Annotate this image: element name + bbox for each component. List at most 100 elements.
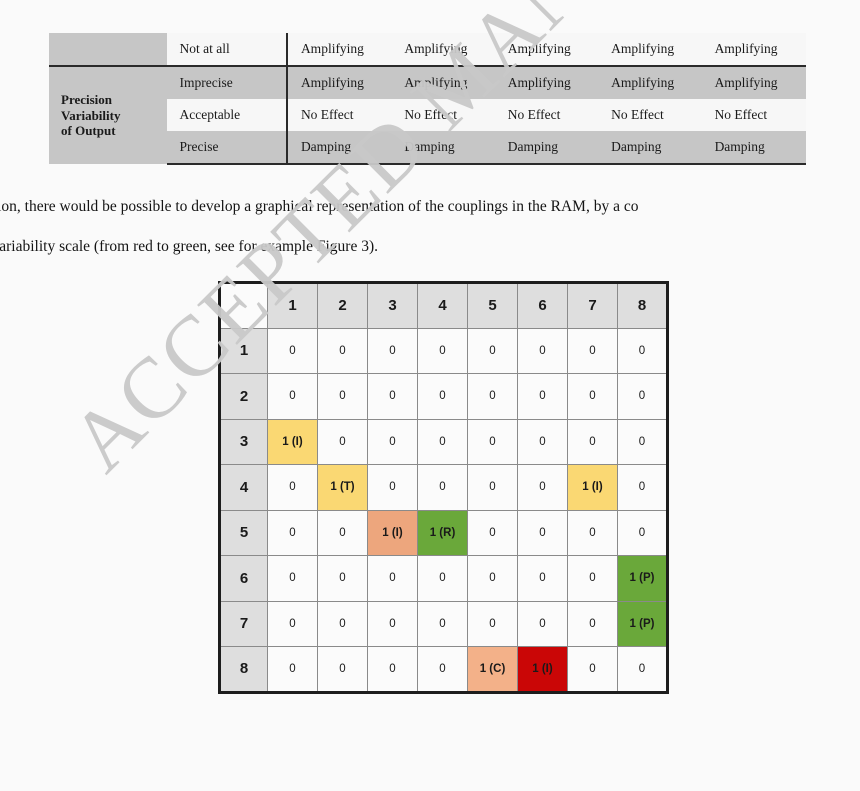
ram-matrix-cell: 0 bbox=[267, 373, 318, 420]
ram-matrix-cell: 0 bbox=[567, 418, 618, 465]
ram-matrix-header-row: 12345678 bbox=[219, 282, 668, 329]
ram-matrix-row-header: 8 bbox=[219, 646, 268, 693]
effect-table-row-group-label: Precision Variability of Output bbox=[49, 65, 168, 164]
ram-matrix-cell: 0 bbox=[417, 646, 468, 693]
ram-matrix-cell: 0 bbox=[617, 373, 668, 420]
ram-matrix-column-header: 4 bbox=[417, 282, 468, 329]
ram-matrix-cell: 0 bbox=[417, 327, 468, 374]
ram-matrix-cell: 0 bbox=[467, 464, 518, 511]
ram-matrix-row-header: 4 bbox=[219, 464, 268, 511]
ram-matrix-cell: 0 bbox=[517, 509, 568, 556]
ram-matrix-cell: 0 bbox=[517, 327, 568, 374]
ram-matrix-cell: 0 bbox=[367, 373, 418, 420]
ram-matrix-column-header: 7 bbox=[567, 282, 618, 329]
ram-matrix-cell: 0 bbox=[367, 646, 418, 693]
ram-matrix-cell: 0 bbox=[367, 600, 418, 647]
ram-matrix-column-header: 2 bbox=[317, 282, 368, 329]
ram-matrix-cell: 0 bbox=[317, 327, 368, 374]
ram-matrix-cell: 0 bbox=[467, 600, 518, 647]
ram-matrix-cell: 0 bbox=[567, 509, 618, 556]
ram-matrix-cell: 0 bbox=[467, 373, 518, 420]
ram-matrix-column-header: 8 bbox=[617, 282, 668, 329]
effect-table-value-cell: Amplifying bbox=[495, 33, 600, 66]
ram-matrix-cell: 0 bbox=[267, 600, 318, 647]
ram-matrix-cell: 0 bbox=[367, 418, 418, 465]
ram-matrix-cell: 0 bbox=[317, 646, 368, 693]
ram-matrix-cell: 0 bbox=[417, 464, 468, 511]
effect-table-value-cell: No Effect bbox=[702, 99, 806, 131]
document-page: ACCEPTED MANUSCRIPT Not at all Amplifying… bbox=[0, 0, 860, 791]
ram-matrix-row: 800001 (C) 1 (I) 0 0 bbox=[219, 646, 668, 693]
effect-table-value-cell: Amplifying bbox=[285, 33, 393, 66]
ram-matrix-cell: 0 bbox=[367, 464, 418, 511]
ram-matrix-cell: 0 bbox=[617, 418, 668, 465]
ram-matrix-cell: 0 bbox=[617, 646, 668, 693]
effect-table-level-label: Not at all bbox=[167, 33, 287, 66]
ram-matrix-row: 600000001 (P) bbox=[219, 555, 668, 602]
effect-table-value-cell: No Effect bbox=[392, 99, 496, 131]
precision-variability-effect-table: Not at all Amplifying Amplifying Amplifying… bbox=[49, 33, 806, 165]
ram-matrix-cell: 0 bbox=[367, 327, 418, 374]
effect-table-value-cell: Amplifying bbox=[392, 65, 496, 99]
ram-matrix-row-header: 5 bbox=[219, 509, 268, 556]
ram-matrix-cell: 0 bbox=[267, 646, 318, 693]
effect-table-row: Not at all Amplifying Amplifying Amplifying… bbox=[49, 33, 806, 66]
ram-matrix-row: 100000000 bbox=[219, 327, 668, 374]
ram-matrix-cell: 1 (I) bbox=[567, 464, 618, 511]
effect-table-value-cell: Amplifying bbox=[599, 33, 703, 66]
ram-matrix-cell: 0 bbox=[267, 555, 318, 602]
effect-table-value-cell: Damping bbox=[392, 131, 496, 165]
effect-table-value-cell: No Effect bbox=[285, 99, 393, 131]
ram-matrix-cell: 0 bbox=[517, 418, 568, 465]
ram-matrix-cell: 0 bbox=[567, 600, 618, 647]
ram-matrix-cell: 0 bbox=[567, 327, 618, 374]
ram-matrix-cell: 0 bbox=[317, 509, 368, 556]
effect-table-value-cell: Amplifying bbox=[599, 65, 703, 99]
ram-matrix-corner-cell bbox=[219, 282, 268, 329]
ram-matrix-row: 200000000 bbox=[219, 373, 668, 420]
ram-matrix-row-header: 1 bbox=[219, 327, 268, 374]
ram-matrix-cell: 0 bbox=[467, 509, 518, 556]
ram-matrix-cell: 1 (P) bbox=[617, 600, 668, 647]
effect-table-value-cell: Amplifying bbox=[392, 33, 496, 66]
effect-table-value-cell: No Effect bbox=[495, 99, 600, 131]
effect-table-value-cell: Damping bbox=[599, 131, 703, 165]
ram-matrix-row: 401 (T) 0 0 0 0 1 (I) 0 bbox=[219, 464, 668, 511]
ram-matrix-cell: 0 bbox=[267, 327, 318, 374]
ram-matrix-cell: 0 bbox=[317, 555, 368, 602]
ram-matrix-row: 31 (I) 0 0 0 0 0 0 0 bbox=[219, 418, 668, 465]
ram-matrix-cell: 0 bbox=[567, 555, 618, 602]
ram-matrix-column-header: 5 bbox=[467, 282, 518, 329]
ram-matrix-cell: 0 bbox=[617, 509, 668, 556]
ram-matrix-cell: 0 bbox=[517, 464, 568, 511]
ram-matrix-body: 1234567810000000020000000031 (I) 0 0 0 0 0 0 0 4… bbox=[219, 282, 668, 693]
ram-matrix-cell: 1 (T) bbox=[317, 464, 368, 511]
ram-matrix-cell: 0 bbox=[467, 418, 518, 465]
ram-matrix-cell: 0 bbox=[517, 373, 568, 420]
ram-matrix-cell: 0 bbox=[467, 327, 518, 374]
ram-matrix-cell: 0 bbox=[617, 327, 668, 374]
ram-coupling-matrix: 1234567810000000020000000031 (I) 0 0 0 0 0 0 0 4… bbox=[218, 281, 669, 694]
ram-matrix-row: 700000001 (P) bbox=[219, 600, 668, 647]
ram-matrix-cell: 0 bbox=[267, 464, 318, 511]
ram-matrix-cell: 0 bbox=[567, 646, 618, 693]
ram-matrix-row-header: 6 bbox=[219, 555, 268, 602]
effect-table-row: Precision Variability of Output Imprecise Am… bbox=[49, 65, 806, 164]
ram-matrix-cell: 0 bbox=[317, 600, 368, 647]
row-group-label-line: Variability bbox=[61, 107, 121, 123]
ram-matrix-column-header: 3 bbox=[367, 282, 418, 329]
ram-matrix-row: 5001 (I) 1 (R) 0 0 0 0 bbox=[219, 509, 668, 556]
effect-table-value-cell: Damping bbox=[495, 131, 600, 165]
ram-matrix-cell: 1 (C) bbox=[467, 646, 518, 693]
body-paragraph-line-1: ddition, there would be possible to deve… bbox=[0, 198, 639, 215]
ram-matrix-cell: 0 bbox=[317, 418, 368, 465]
ram-matrix-cell: 1 (I) bbox=[517, 646, 568, 693]
effect-table-value-cell: Amplifying bbox=[285, 65, 393, 99]
effect-table-corner-cell bbox=[49, 33, 168, 66]
ram-matrix-row-header: 2 bbox=[219, 373, 268, 420]
ram-matrix-column-header: 1 bbox=[267, 282, 318, 329]
ram-matrix-cell: 0 bbox=[417, 418, 468, 465]
ram-matrix-row-header: 7 bbox=[219, 600, 268, 647]
effect-table-body: Not at all Amplifying Amplifying Amplifying… bbox=[49, 33, 806, 165]
effect-table-value-cell: No Effect bbox=[599, 99, 703, 131]
